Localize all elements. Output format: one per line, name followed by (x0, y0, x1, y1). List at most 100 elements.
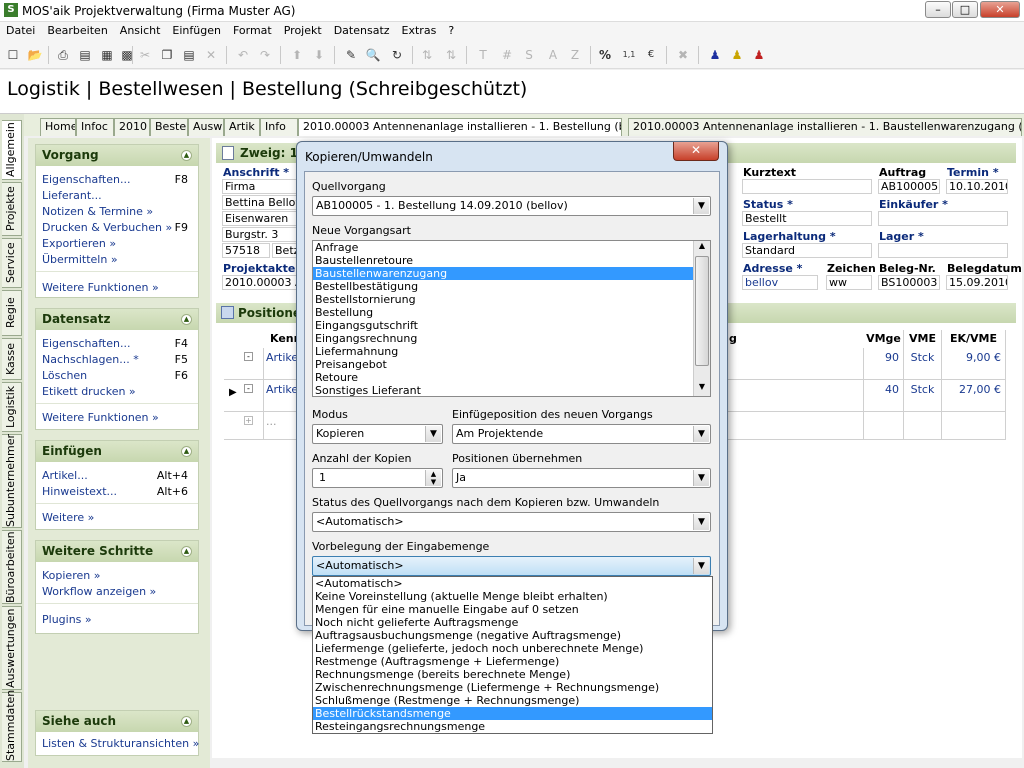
delete-icon[interactable]: ✕ (202, 46, 220, 64)
print-icon[interactable]: ⎙ (54, 46, 72, 64)
scroll-down-icon[interactable]: ▼ (694, 382, 710, 396)
vtab-subunternehmer[interactable]: Subunternehmer (2, 434, 22, 528)
menu-einfuegen[interactable]: Einfügen (166, 22, 227, 37)
link-hinweistext[interactable]: Hinweistext... (42, 485, 117, 498)
expand-icon[interactable]: - (240, 380, 264, 412)
menu-format[interactable]: Format (227, 22, 278, 37)
chevron-down-icon[interactable]: ▼ (693, 426, 709, 442)
anschrift-line2[interactable]: Bettina Bellov & (222, 195, 298, 210)
col-vme[interactable]: VME (904, 330, 942, 348)
vtab-stammdaten[interactable]: Stammdaten (2, 690, 22, 762)
dropdown-option[interactable]: Noch nicht gelieferte Auftragsmenge (313, 616, 712, 629)
status-field[interactable]: Bestellt (742, 211, 872, 226)
print-setup-icon[interactable]: ▦ (98, 46, 116, 64)
vtab-regie[interactable]: Regie (2, 290, 22, 336)
col-vmge[interactable]: VMge (864, 330, 904, 348)
einkaeufer-field[interactable] (878, 211, 1008, 226)
scroll-thumb[interactable] (695, 256, 709, 366)
vtab-bueroarbeiten[interactable]: Büroarbeiten (2, 530, 22, 604)
list-item[interactable]: Eingangsrechnung (313, 332, 710, 345)
collapse-icon[interactable]: ▲ (181, 314, 192, 325)
link-eigenschaften-ds[interactable]: Eigenschaften... (42, 337, 130, 350)
anschrift-ort[interactable]: Betz (272, 243, 298, 258)
close-window-button[interactable]: ✕ (980, 1, 1020, 18)
dropdown-option[interactable]: Schlußmenge (Restmenge + Rechnungsmenge) (313, 694, 712, 707)
list-item[interactable]: Preisangebot (313, 358, 710, 371)
chevron-down-icon[interactable]: ▼ (693, 198, 709, 214)
link-listen[interactable]: Listen & Strukturansichten » (42, 737, 199, 750)
expand-icon[interactable]: - (240, 348, 264, 380)
row-selector[interactable] (224, 348, 240, 380)
chevron-down-icon[interactable]: ▼ (425, 426, 441, 442)
dropdown-option-highlighted[interactable]: Bestellrückstandsmenge (313, 707, 712, 720)
collapse-icon[interactable]: ▲ (181, 546, 192, 557)
link-etikett[interactable]: Etikett drucken » (42, 385, 136, 398)
anschrift-line1[interactable]: Firma (222, 179, 298, 194)
list-item-selected[interactable]: Baustellenwarenzugang (313, 267, 710, 280)
belegdatum-field[interactable]: 15.09.2010 (946, 275, 1008, 290)
move-down-icon[interactable]: ⬇ (310, 46, 328, 64)
link-exportieren[interactable]: Exportieren » (42, 237, 116, 250)
user-red-icon[interactable]: ♟ (750, 46, 768, 64)
maximize-button[interactable]: □ (952, 1, 978, 18)
dropdown-option[interactable]: Zwischenrechnungsmenge (Liefermenge + Re… (313, 681, 712, 694)
list-item[interactable]: Liefermahnung (313, 345, 710, 358)
list-item[interactable]: Retoure (313, 371, 710, 384)
percent-icon[interactable]: % (596, 46, 614, 64)
dropdown-option[interactable]: Resteingangsrechnungsmenge (313, 720, 712, 733)
tab-info-1[interactable]: Infoc (76, 118, 114, 136)
list-item[interactable]: Sonstiges Lieferant (313, 384, 710, 396)
collapse-icon[interactable]: ▲ (181, 150, 192, 161)
print-preview-icon[interactable]: ▤ (76, 46, 94, 64)
link-kopieren[interactable]: Kopieren » (42, 569, 100, 582)
link-nachschlagen[interactable]: Nachschlagen... * (42, 353, 139, 366)
list-item[interactable]: Baustellenretoure (313, 254, 710, 267)
user-yellow-icon[interactable]: ♟ (728, 46, 746, 64)
adresse-field[interactable]: bellov (742, 275, 818, 290)
link-drucken[interactable]: Drucken & Verbuchen » (42, 221, 172, 234)
zeichen-field[interactable]: ww (826, 275, 872, 290)
menu-extras[interactable]: Extras (396, 22, 443, 37)
row-pointer-icon[interactable]: ▶ (224, 380, 240, 412)
tab-warenzugang[interactable]: 2010.00003 Antennenanlage installieren -… (628, 118, 1022, 136)
list-item[interactable]: Bestellstornierung (313, 293, 710, 306)
sort-asc-icon[interactable]: ⇅ (418, 46, 436, 64)
link-weitere-funktionen-ds[interactable]: Weitere Funktionen » (42, 411, 159, 424)
dropdown-option[interactable]: <Automatisch> (313, 577, 712, 590)
anzahl-stepper[interactable]: 1 ▲ ▼ (312, 468, 443, 488)
termin-field[interactable]: 10.10.2010 (946, 179, 1008, 194)
menu-datensatz[interactable]: Datensatz (328, 22, 396, 37)
link-plugins[interactable]: Plugins » (42, 613, 92, 626)
find-icon[interactable]: 🔍 (364, 46, 382, 64)
vtab-projekte[interactable]: Projekte (2, 182, 22, 236)
chevron-down-icon[interactable]: ▼ (693, 470, 709, 486)
belegnr-field[interactable]: BS100003 (878, 275, 940, 290)
lagerhaltung-field[interactable]: Standard (742, 243, 872, 258)
a-icon[interactable]: A (544, 46, 562, 64)
dropdown-option[interactable]: Liefermenge (gelieferte, jedoch noch unb… (313, 642, 712, 655)
paste-icon[interactable]: ▤ (180, 46, 198, 64)
tab-2010[interactable]: 2010 (114, 118, 150, 136)
dropdown-option[interactable]: Rechnungsmenge (bereits berechnete Menge… (313, 668, 712, 681)
menu-help[interactable]: ? (442, 22, 460, 37)
decimal-icon[interactable]: 1,1 (620, 46, 638, 64)
user-remove-icon[interactable]: ✖ (674, 46, 692, 64)
vorbelegung-dropdown[interactable]: <Automatisch> Keine Voreinstellung (aktu… (312, 576, 713, 734)
dropdown-option[interactable]: Restmenge (Auftragsmenge + Liefermenge) (313, 655, 712, 668)
sort-desc-icon[interactable]: ⇅ (442, 46, 460, 64)
open-icon[interactable]: 📂 (26, 46, 44, 64)
vtab-allgemein[interactable]: Allgemein (2, 120, 22, 180)
undo-icon[interactable]: ↶ (234, 46, 252, 64)
link-loeschen[interactable]: Löschen (42, 369, 87, 382)
refresh-icon[interactable]: ↻ (388, 46, 406, 64)
col-ekvme[interactable]: EK/VME (942, 330, 1006, 348)
collapse-icon[interactable]: ▲ (181, 446, 192, 457)
user-blue-icon[interactable]: ♟ (706, 46, 724, 64)
auftrag-field[interactable]: AB100005 (878, 179, 940, 194)
anschrift-plz[interactable]: 57518 (222, 243, 270, 258)
list-item[interactable]: Bestellbestätigung (313, 280, 710, 293)
projektakte-field[interactable]: 2010.00003 An (222, 275, 298, 290)
collapse-icon[interactable]: ▲ (181, 716, 192, 727)
text-icon[interactable]: T (474, 46, 492, 64)
link-weitere[interactable]: Weitere » (42, 511, 94, 524)
